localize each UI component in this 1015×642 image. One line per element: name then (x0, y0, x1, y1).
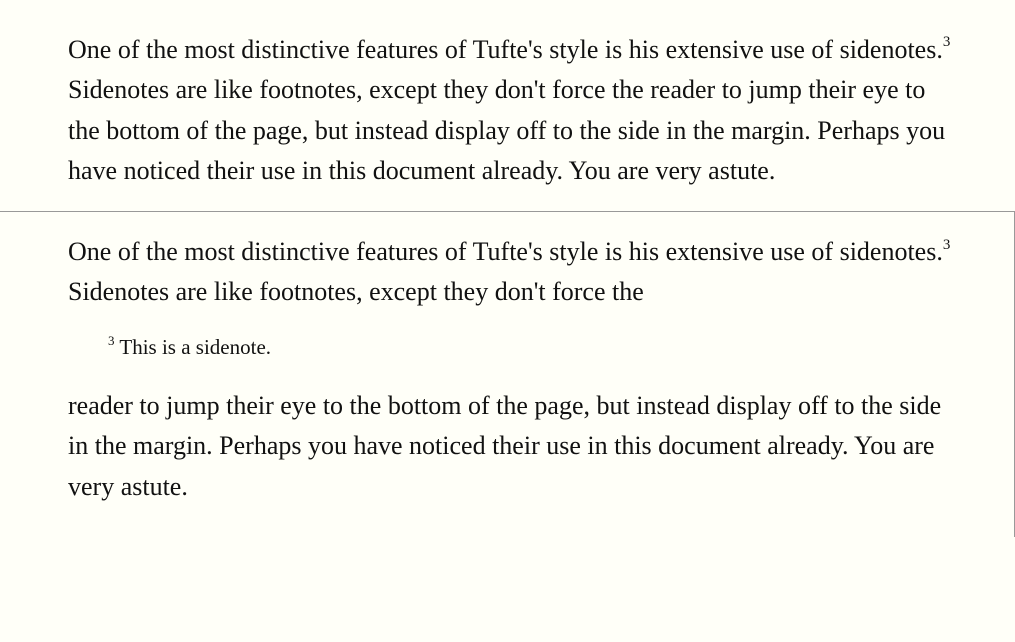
bottom-paragraph-1: One of the most distinctive features of … (68, 232, 954, 313)
document-container: One of the most distinctive features of … (0, 0, 1015, 537)
top-text-after: Sidenotes are like footnotes, except the… (68, 75, 945, 185)
top-text-before: One of the most distinctive features of … (68, 35, 943, 64)
bottom-paragraph-2: reader to jump their eye to the bottom o… (68, 386, 954, 507)
bottom-text1-after: Sidenotes are like footnotes, except the… (68, 277, 644, 306)
sidenote-block: 3 This is a sidenote. (108, 333, 954, 362)
footnote-marker: 3 (943, 237, 951, 253)
bottom-text1-before: One of the most distinctive features of … (68, 237, 943, 266)
top-paragraph: One of the most distinctive features of … (68, 30, 955, 191)
top-section: One of the most distinctive features of … (0, 0, 1015, 211)
sidenote: 3 This is a sidenote. (108, 335, 271, 359)
bottom-section: One of the most distinctive features of … (0, 211, 1015, 537)
sidenote-marker: 3 (108, 333, 115, 348)
footnote-marker: 3 (943, 34, 951, 50)
sidenote-text-content: This is a sidenote. (115, 335, 272, 359)
